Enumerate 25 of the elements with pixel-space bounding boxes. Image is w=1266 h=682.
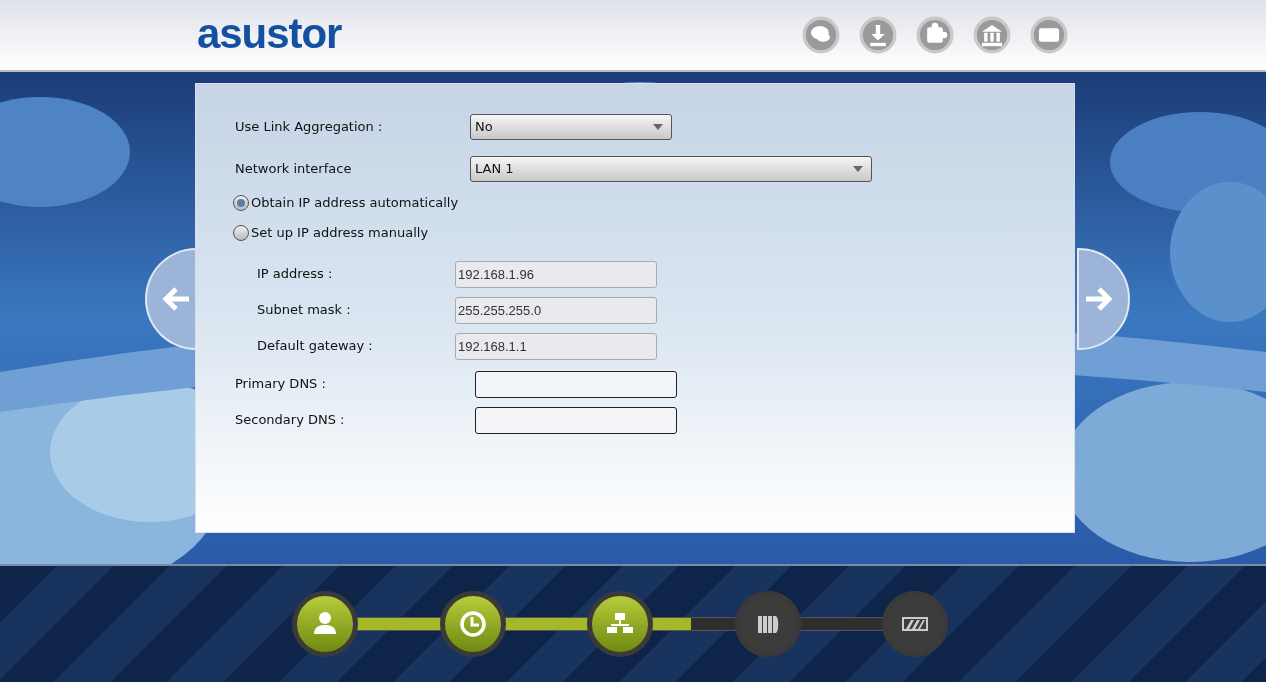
field-label: Primary DNS :: [235, 375, 327, 394]
link-aggregation-dropdown[interactable]: No: [470, 114, 672, 140]
radio-option[interactable]: Set up IP address manually: [233, 218, 429, 248]
caret-icon: [853, 166, 863, 172]
caret-icon: [653, 124, 663, 130]
field-label: Network interface: [235, 160, 353, 179]
radio-button[interactable]: [233, 195, 249, 211]
bank-icon[interactable]: [973, 16, 1011, 54]
puzzle-icon[interactable]: [916, 16, 954, 54]
radio-option[interactable]: Obtain IP address automatically: [233, 188, 459, 218]
text-field[interactable]: [475, 370, 677, 398]
field-label: IP address :: [256, 265, 334, 284]
field-label: Use Link Aggregation :: [235, 118, 384, 137]
radio-button[interactable]: [233, 225, 249, 241]
arrow-right-icon: [1084, 286, 1114, 312]
logo: asustor: [197, 8, 342, 59]
download-icon[interactable]: [859, 16, 897, 54]
chat-icon[interactable]: [802, 16, 840, 54]
text-field[interactable]: [475, 406, 677, 434]
field-label: Default gateway :: [256, 337, 374, 356]
network-interface-dropdown[interactable]: LAN 1: [470, 156, 872, 182]
card-icon[interactable]: [1030, 16, 1068, 54]
arrow-left-icon: [161, 286, 191, 312]
field-label: Subnet mask :: [256, 301, 352, 320]
field-label: Secondary DNS :: [235, 411, 346, 430]
